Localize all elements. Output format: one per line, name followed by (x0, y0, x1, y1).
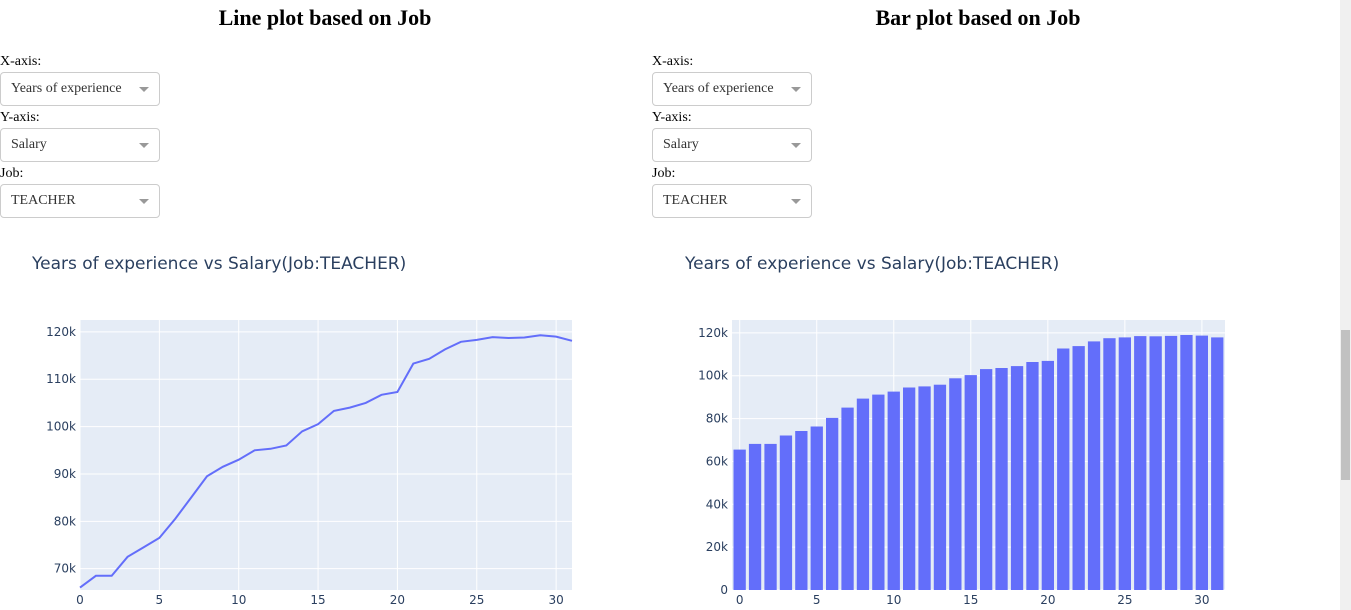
x-tick-label: 15 (963, 593, 978, 607)
x-tick-label: 10 (231, 593, 246, 607)
y-tick-label: 70k (54, 562, 76, 576)
bar (1010, 366, 1024, 590)
bar (779, 435, 793, 590)
y-tick-label: 40k (706, 497, 728, 511)
x-tick-label: 25 (1117, 593, 1132, 607)
bar (1180, 335, 1193, 590)
bar (1103, 338, 1116, 590)
bar (903, 387, 916, 590)
y-tick-label: 60k (706, 454, 728, 468)
bar (856, 398, 870, 590)
bar (1087, 341, 1101, 590)
x-tick-label: 20 (1040, 593, 1055, 607)
y-tick-label: 100k (46, 420, 76, 434)
bar (1026, 362, 1039, 590)
vertical-scrollbar[interactable] (1340, 0, 1351, 610)
bar (964, 375, 977, 590)
bar (1134, 336, 1147, 590)
bar (872, 394, 885, 590)
bar (810, 426, 823, 590)
bar (933, 384, 947, 590)
bar (826, 417, 839, 590)
bar (980, 369, 993, 590)
line-plot-panel: Line plot based on Job X-axis: Years of … (0, 0, 650, 610)
x-tick-label: 0 (76, 593, 84, 607)
y-tick-label: 90k (54, 467, 76, 481)
bar (1057, 348, 1070, 590)
y-tick-label: 20k (706, 540, 728, 554)
x-tick-label: 0 (736, 593, 744, 607)
x-tick-label: 5 (813, 593, 821, 607)
x-tick-label: 25 (469, 593, 484, 607)
x-tick-label: 20 (390, 593, 405, 607)
line-chart: 70k 80k 90k 100k 110k 120k 0 5 10 15 20 25 30 (46, 320, 573, 607)
x-tick-label: 15 (310, 593, 325, 607)
x-tick-label: 30 (548, 593, 563, 607)
bar (1164, 335, 1178, 590)
y-tick-label: 120k (46, 325, 76, 339)
bar-plot-panel: Bar plot based on Job X-axis: Years of e… (652, 0, 1302, 610)
bar (795, 431, 808, 590)
bar (1211, 337, 1224, 590)
bar (1072, 346, 1085, 590)
x-tick-label: 10 (886, 593, 901, 607)
bar (764, 443, 777, 590)
bar (1041, 360, 1054, 590)
bar (733, 449, 746, 590)
x-tick-label: 30 (1194, 593, 1209, 607)
bar (841, 407, 854, 590)
y-tick-label: 0 (720, 583, 728, 597)
y-tick-label: 120k (698, 326, 728, 340)
scrollbar-thumb[interactable] (1341, 330, 1350, 480)
bar (887, 391, 900, 590)
bar (748, 443, 762, 590)
y-tick-label: 80k (706, 412, 728, 426)
plot-area (80, 320, 572, 590)
y-tick-label: 80k (54, 514, 76, 528)
bar-chart: 0 20k 40k 60k 80k 100k 120k 0 5 10 15 20 25 30 (698, 320, 1225, 607)
bar (995, 368, 1008, 590)
bar (918, 386, 931, 590)
y-tick-label: 110k (46, 372, 76, 386)
bar (1195, 335, 1208, 590)
bar (1118, 337, 1131, 590)
bar (1149, 336, 1162, 590)
bar (949, 378, 962, 590)
y-tick-label: 100k (698, 369, 728, 383)
x-tick-label: 5 (156, 593, 164, 607)
